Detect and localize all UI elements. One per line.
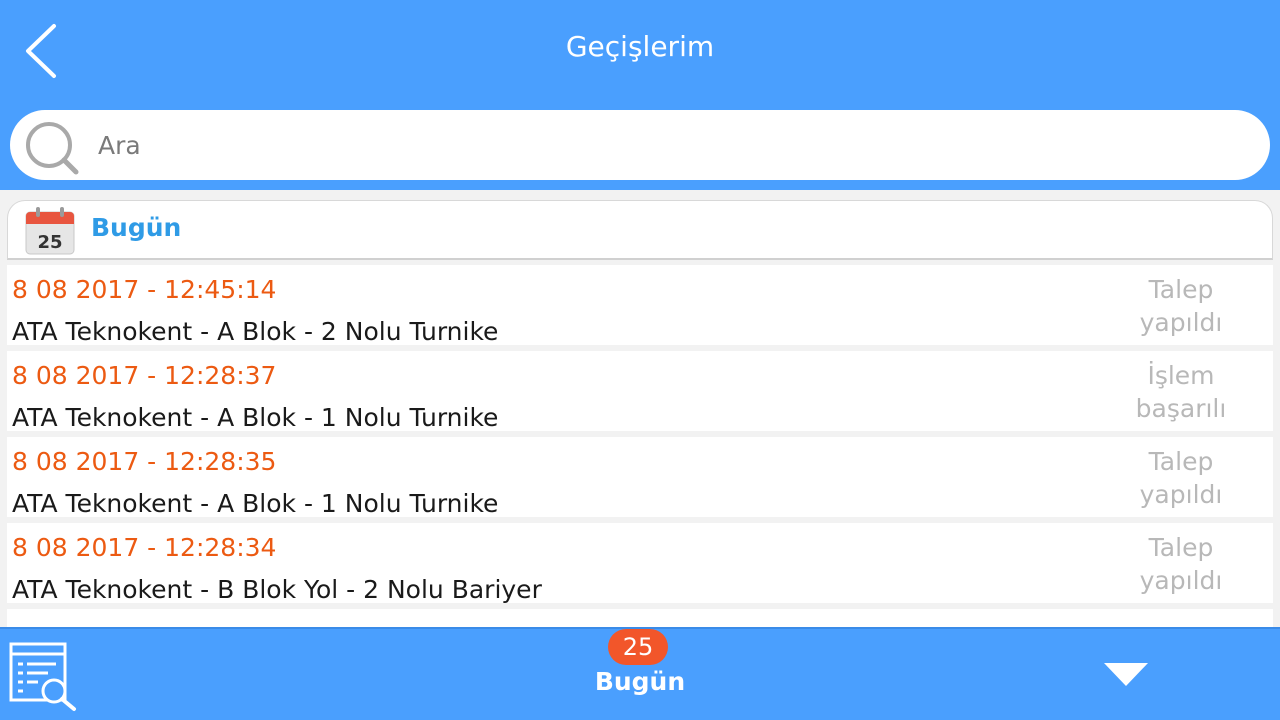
transitions-list[interactable]: 25 Bugün 8 08 2017 - 12:45:14 ATA Teknok… (0, 190, 1280, 627)
status-line: yapıldı (1139, 480, 1223, 509)
transition-location: ATA Teknokent - A Blok - 1 Nolu Turnike (12, 489, 499, 518)
transition-location: ATA Teknokent - A Blok - 1 Nolu Turnike (12, 403, 499, 432)
search-input[interactable] (98, 124, 1248, 166)
section-header-today[interactable]: 25 Bugün (7, 200, 1273, 260)
transition-status: Talep yapıldı (1111, 445, 1251, 511)
transition-time: 8 08 2017 - 12:28:35 (12, 447, 277, 476)
status-line: yapıldı (1139, 308, 1223, 337)
list-item[interactable]: 8 08 2017 - 12:28:35 ATA Teknokent - A B… (7, 437, 1273, 518)
transition-time: 8 08 2017 - 12:28:37 (12, 361, 277, 390)
transition-time: 8 08 2017 - 12:28:34 (12, 533, 277, 562)
list-item[interactable]: 8 08 2017 - 12:28:34 ATA Teknokent - B B… (7, 523, 1273, 604)
transition-status: İşlem başarılı (1111, 359, 1251, 425)
status-line: Talep (1148, 533, 1214, 562)
list-item[interactable]: 8 08 2017 - 12:28:37 ATA Teknokent - A B… (7, 351, 1273, 432)
app-header: Geçişlerim (0, 0, 1280, 190)
status-line: yapıldı (1139, 566, 1223, 595)
list-item-partial[interactable] (7, 609, 1273, 627)
calendar-day: 25 (37, 232, 62, 253)
status-line: İşlem (1147, 361, 1215, 390)
search-icon (26, 122, 79, 175)
bottom-bar: 25 Bugün (0, 627, 1280, 720)
count-badge: 25 (608, 629, 668, 665)
transition-location: ATA Teknokent - B Blok Yol - 2 Nolu Bari… (12, 575, 542, 604)
search-bar[interactable] (10, 110, 1270, 180)
transition-status: Talep yapıldı (1111, 273, 1251, 339)
report-search-icon[interactable] (8, 641, 80, 713)
period-label[interactable]: Bugün (540, 667, 740, 696)
status-line: başarılı (1135, 394, 1227, 423)
transition-time: 8 08 2017 - 12:45:14 (12, 275, 277, 304)
list-item[interactable]: 8 08 2017 - 12:45:14 ATA Teknokent - A B… (7, 265, 1273, 346)
page-title: Geçişlerim (565, 30, 715, 63)
transition-status: Talep yapıldı (1111, 531, 1251, 597)
triangle-down-icon[interactable] (1102, 658, 1150, 690)
status-line: Talep (1148, 447, 1214, 476)
transition-location: ATA Teknokent - A Blok - 2 Nolu Turnike (12, 317, 499, 346)
status-line: Talep (1148, 275, 1214, 304)
section-label: Bugün (91, 213, 182, 242)
calendar-icon: 25 (25, 207, 75, 255)
